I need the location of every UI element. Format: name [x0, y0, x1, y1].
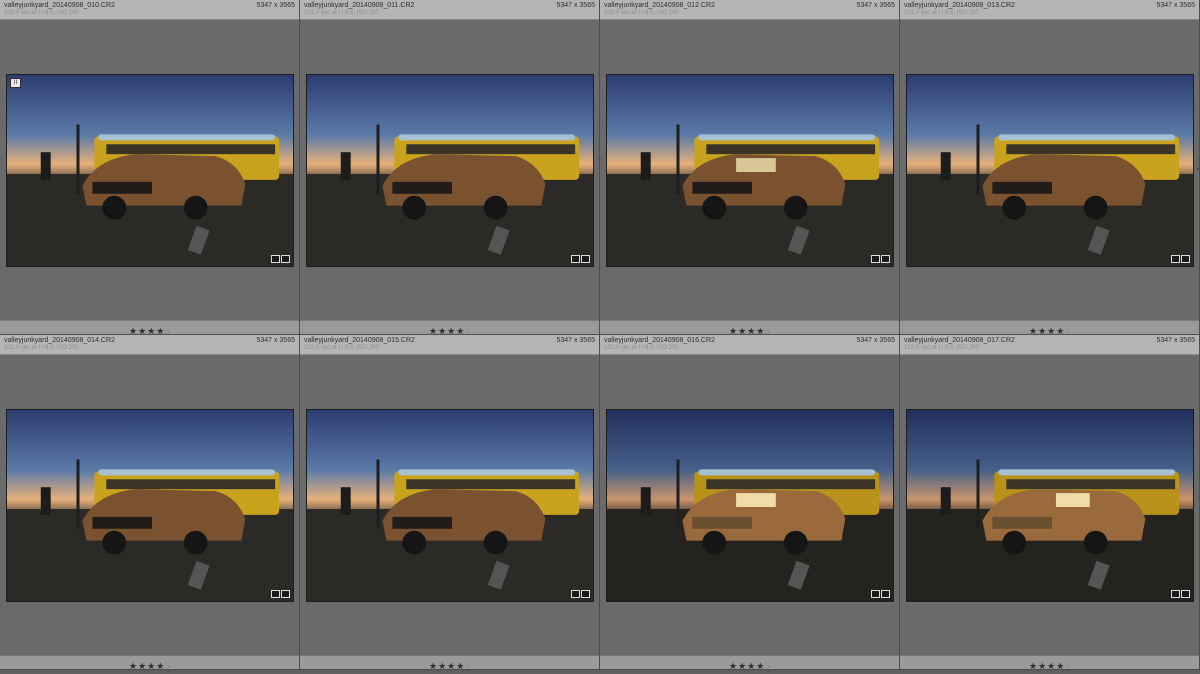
- crop-icon: [1171, 255, 1180, 263]
- rating-dot: ·: [167, 662, 170, 671]
- star-rating[interactable]: ★★★★: [1029, 661, 1065, 671]
- image-dimensions: 5347 x 3565: [856, 2, 895, 9]
- image-dimensions: 5347 x 3565: [856, 337, 895, 344]
- metadata-badges[interactable]: [871, 590, 890, 598]
- cell-footer: ★★★★ ·: [600, 655, 899, 671]
- crop-icon: [871, 590, 880, 598]
- grid-cell[interactable]: valleyjunkyard_20140908_017.CR2 5347 x 3…: [900, 335, 1200, 671]
- junkyard-photo: [607, 75, 893, 266]
- rating-dot: ·: [1067, 662, 1070, 671]
- grid-cell[interactable]: valleyjunkyard_20140908_015.CR2 5347 x 3…: [300, 335, 600, 671]
- junkyard-photo: [307, 75, 593, 266]
- filename: valleyjunkyard_20140908_011.CR2: [304, 2, 415, 9]
- exif-info: 122.0 sec at f / 9.5, ISO 200: [604, 345, 679, 351]
- exif-info: 201.0 sec at f / 9.5, ISO 200: [904, 10, 979, 16]
- filename: valleyjunkyard_20140908_012.CR2: [604, 2, 715, 9]
- edit-icon: [881, 255, 890, 263]
- filename: valleyjunkyard_20140908_010.CR2: [4, 2, 115, 9]
- metadata-badges[interactable]: [271, 590, 290, 598]
- junkyard-photo: [907, 410, 1193, 601]
- cell-footer: ★★★★ ·: [300, 655, 599, 671]
- cell-footer: ★★★★ ·: [300, 320, 599, 336]
- cell-header: valleyjunkyard_20140908_010.CR2 5347 x 3…: [0, 0, 299, 20]
- junkyard-photo: [307, 410, 593, 601]
- image-dimensions: 5347 x 3565: [256, 2, 295, 9]
- grid-cell[interactable]: valleyjunkyard_20140908_014.CR2 5347 x 3…: [0, 335, 300, 671]
- photo-thumbnail[interactable]: [306, 409, 594, 602]
- photo-thumbnail[interactable]: [6, 409, 294, 602]
- cell-header: valleyjunkyard_20140908_016.CR2 5347 x 3…: [600, 335, 899, 355]
- crop-icon: [271, 590, 280, 598]
- exif-info: 201.0 sec at f / 9.5, ISO 200: [4, 10, 79, 16]
- junkyard-photo: [7, 75, 293, 266]
- photo-thumbnail[interactable]: [606, 74, 894, 267]
- cell-footer: ★★★★ ·: [0, 655, 299, 671]
- filmstrip-grid: valleyjunkyard_20140908_010.CR2 5347 x 3…: [0, 0, 1200, 671]
- crop-icon: [871, 255, 880, 263]
- grid-cell[interactable]: valleyjunkyard_20140908_011.CR2 5347 x 3…: [300, 0, 600, 336]
- edit-icon: [581, 255, 590, 263]
- image-dimensions: 5347 x 3565: [1156, 2, 1195, 9]
- cell-footer: ★★★★ ·: [0, 320, 299, 336]
- cell-footer: ★★★★ ·: [900, 320, 1199, 336]
- metadata-badges[interactable]: [571, 590, 590, 598]
- exif-info: 201.0 sec at f / 9.5, ISO 200: [304, 345, 379, 351]
- flag-badge[interactable]: II: [10, 78, 21, 88]
- filename: valleyjunkyard_20140908_016.CR2: [604, 337, 715, 344]
- exif-info: 201.0 sec at f / 9.5, ISO 200: [604, 10, 679, 16]
- junkyard-photo: [607, 410, 893, 601]
- exif-info: 201.0 sec at f / 9.5, ISO 200: [4, 345, 79, 351]
- image-dimensions: 5347 x 3565: [556, 2, 595, 9]
- filename: valleyjunkyard_20140908_017.CR2: [904, 337, 1015, 344]
- exif-info: 120.0 sec at f / 9.5, ISO 200: [904, 345, 979, 351]
- image-dimensions: 5347 x 3565: [556, 337, 595, 344]
- metadata-badges[interactable]: [1171, 255, 1190, 263]
- star-rating[interactable]: ★★★★: [729, 661, 765, 671]
- filename: valleyjunkyard_20140908_015.CR2: [304, 337, 415, 344]
- grid-cell[interactable]: valleyjunkyard_20140908_016.CR2 5347 x 3…: [600, 335, 900, 671]
- edit-icon: [881, 590, 890, 598]
- edit-icon: [281, 590, 290, 598]
- crop-icon: [271, 255, 280, 263]
- filename: valleyjunkyard_20140908_013.CR2: [904, 2, 1015, 9]
- metadata-badges[interactable]: [571, 255, 590, 263]
- edit-icon: [581, 590, 590, 598]
- edit-icon: [1181, 255, 1190, 263]
- cell-header: valleyjunkyard_20140908_014.CR2 5347 x 3…: [0, 335, 299, 355]
- grid-cell[interactable]: valleyjunkyard_20140908_013.CR2 5347 x 3…: [900, 0, 1200, 336]
- photo-thumbnail[interactable]: [906, 74, 1194, 267]
- image-dimensions: 5347 x 3565: [256, 337, 295, 344]
- photo-thumbnail[interactable]: [306, 74, 594, 267]
- star-rating[interactable]: ★★★★: [429, 661, 465, 671]
- rating-dot: ·: [767, 662, 770, 671]
- chevron-right-icon[interactable]: ›: [1197, 166, 1199, 173]
- star-rating[interactable]: ★★★★: [129, 661, 165, 671]
- photo-thumbnail[interactable]: [606, 409, 894, 602]
- cell-header: valleyjunkyard_20140908_015.CR2 5347 x 3…: [300, 335, 599, 355]
- metadata-badges[interactable]: [871, 255, 890, 263]
- photo-thumbnail[interactable]: [906, 409, 1194, 602]
- rating-dot: ·: [467, 662, 470, 671]
- cell-footer: ★★★★ ·: [900, 655, 1199, 671]
- cell-header: valleyjunkyard_20140908_011.CR2 5347 x 3…: [300, 0, 599, 20]
- exif-info: 201.0 sec at f / 9.5, ISO 200: [304, 10, 379, 16]
- metadata-badges[interactable]: [271, 255, 290, 263]
- cell-header: valleyjunkyard_20140908_012.CR2 5347 x 3…: [600, 0, 899, 20]
- grid-cell[interactable]: valleyjunkyard_20140908_010.CR2 5347 x 3…: [0, 0, 300, 336]
- edit-icon: [281, 255, 290, 263]
- crop-icon: [571, 590, 580, 598]
- crop-icon: [1171, 590, 1180, 598]
- cell-header: valleyjunkyard_20140908_017.CR2 5347 x 3…: [900, 335, 1199, 355]
- junkyard-photo: [907, 75, 1193, 266]
- cell-header: valleyjunkyard_20140908_013.CR2 5347 x 3…: [900, 0, 1199, 20]
- crop-icon: [571, 255, 580, 263]
- cell-footer: ★★★★ ·: [600, 320, 899, 336]
- junkyard-photo: [7, 410, 293, 601]
- image-dimensions: 5347 x 3565: [1156, 337, 1195, 344]
- metadata-badges[interactable]: [1171, 590, 1190, 598]
- filename: valleyjunkyard_20140908_014.CR2: [4, 337, 115, 344]
- grid-cell[interactable]: valleyjunkyard_20140908_012.CR2 5347 x 3…: [600, 0, 900, 336]
- edit-icon: [1181, 590, 1190, 598]
- photo-thumbnail[interactable]: II: [6, 74, 294, 267]
